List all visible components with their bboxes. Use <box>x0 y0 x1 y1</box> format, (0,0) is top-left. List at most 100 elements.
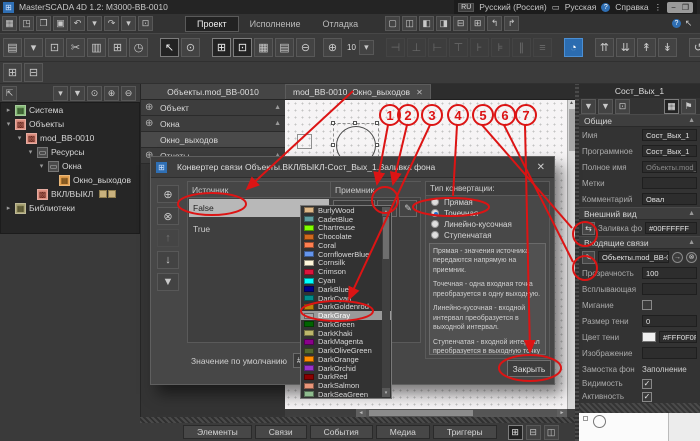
color-item[interactable]: DarkKhaki <box>301 329 391 338</box>
panel-export-icon[interactable]: ⊞ <box>470 16 485 31</box>
selection-handle[interactable] <box>375 143 379 147</box>
zoom-out-icon[interactable]: ⊖ <box>296 38 315 57</box>
scrollbar-thumb[interactable] <box>369 410 473 416</box>
color-item[interactable]: DarkSeaGreen <box>301 390 391 399</box>
color-item[interactable]: BurlyWood <box>301 206 391 215</box>
more-icon[interactable]: ⋮ <box>654 2 663 13</box>
copy-icon[interactable]: ⊡ <box>45 38 64 57</box>
expand-arrow-icon[interactable]: ▾ <box>16 134 23 142</box>
prop-links-icon[interactable]: ⊡ <box>615 99 630 114</box>
shadow-color-swatch[interactable] <box>642 332 656 342</box>
send-back-icon[interactable]: ⇊ <box>616 38 635 57</box>
add-icon[interactable]: ⊕ <box>145 102 156 113</box>
align-right-icon[interactable]: ⊢ <box>428 38 447 57</box>
tags-field[interactable] <box>642 177 697 189</box>
menu-tab[interactable]: Проект <box>185 16 239 32</box>
color-item[interactable]: DarkOliveGreen <box>301 346 391 355</box>
collapse-icon[interactable]: ▲ <box>274 120 281 127</box>
link-converter-icon[interactable]: ⇆ <box>582 222 595 235</box>
align-left-icon[interactable]: ⊣ <box>386 38 405 57</box>
cut-icon[interactable]: ✂ <box>66 38 85 57</box>
close-tab-icon[interactable]: ✕ <box>416 88 423 97</box>
color-item[interactable]: Cornsilk <box>301 259 391 268</box>
color-item[interactable]: DarkCyan <box>301 294 391 303</box>
import-icon[interactable]: ❐ <box>36 16 51 31</box>
object-panel-header[interactable]: Объекты.mod_BB-0010 <box>141 84 285 100</box>
color-item[interactable]: Chartreuse <box>301 224 391 233</box>
distribute-h-icon[interactable]: ∥ <box>512 38 531 57</box>
tree-search-icon[interactable]: ⊙ <box>87 86 102 101</box>
clone-icon[interactable]: ⊞ <box>108 38 127 57</box>
remove-link-icon[interactable]: ⊗ <box>686 252 697 263</box>
object-section-row[interactable]: ⊕ Окно_выходов ▲ <box>141 132 285 148</box>
prop-flag-view-icon[interactable]: ⚑ <box>681 99 696 114</box>
scroll-up-icon[interactable]: ▲ <box>569 100 574 106</box>
send-backward-icon[interactable]: ↡ <box>658 38 677 57</box>
prop-grid-view-icon[interactable]: ▦ <box>664 99 679 114</box>
collapse-icon[interactable]: ▲ <box>688 239 695 246</box>
move-down-icon[interactable]: ↓ <box>157 251 179 269</box>
object-section-row[interactable]: ⊕ Объект ▲ <box>141 100 285 116</box>
expand-arrow-icon[interactable]: ▾ <box>38 162 45 170</box>
color-item[interactable]: Cyan <box>301 276 391 285</box>
color-item[interactable]: DarkGreen <box>301 320 391 329</box>
dialog-title-bar[interactable]: ⊞ Конвертер связи Объекты.ВКЛ/ВЫКЛ-Сост_… <box>151 157 554 178</box>
selection-handle[interactable] <box>353 121 357 125</box>
scrollbar-thumb[interactable] <box>383 217 389 259</box>
collapse-icon[interactable]: ▲ <box>274 104 281 111</box>
color-item[interactable]: DarkSalmon <box>301 381 391 390</box>
collapse-icon[interactable]: ▲ <box>688 117 695 124</box>
selection-handle[interactable] <box>331 121 335 125</box>
edit-link-icon[interactable]: ✎ <box>582 251 595 264</box>
restore-button[interactable]: ❐ <box>682 3 689 12</box>
layout-rows-icon[interactable]: ⊟ <box>526 425 541 440</box>
expand-arrow-icon[interactable]: ▸ <box>5 106 12 114</box>
tree-filter-icon[interactable]: ▼ <box>70 86 85 101</box>
align-top-icon[interactable]: ⊤ <box>449 38 468 57</box>
format-brush-icon[interactable]: ◷ <box>129 38 148 57</box>
name-field[interactable]: Сост_Вых_1 <box>642 129 697 141</box>
close-dialog-icon[interactable]: ✕ <box>533 162 549 173</box>
color-item[interactable]: DarkBlue <box>301 285 391 294</box>
section-general[interactable]: Общие▲ <box>579 114 700 127</box>
grid-major-icon[interactable]: ▦ <box>254 38 273 57</box>
shadow-color-field[interactable]: #FFF0F0F0 <box>659 331 697 343</box>
scroll-right-icon[interactable]: ► <box>557 409 567 417</box>
tree-item[interactable]: ▾ ▭ Ресурсы <box>1 145 139 159</box>
bring-forward-icon[interactable]: ↟ <box>637 38 656 57</box>
goto-link-icon[interactable]: → <box>672 252 683 263</box>
publish-monitor-icon[interactable]: ◫ <box>402 16 417 31</box>
color-item[interactable]: DarkOrange <box>301 355 391 364</box>
insert-before-icon[interactable]: ↰ <box>487 16 502 31</box>
tree-dropdown-icon[interactable]: ▾ <box>53 86 68 101</box>
color-item[interactable]: DarkGray <box>301 311 391 320</box>
grid-minor-icon[interactable]: ▤ <box>275 38 294 57</box>
rotate-left-icon[interactable]: ↺ <box>689 38 700 57</box>
tree-item[interactable]: ▦ Окно_выходов <box>1 173 139 187</box>
paste-more-icon[interactable]: ▾ <box>24 38 43 57</box>
tree-item[interactable]: ▸ ▦ Система <box>1 103 139 117</box>
menu-tab[interactable]: Отладка <box>312 17 370 31</box>
layout-quad-icon[interactable]: ⊞ <box>508 425 523 440</box>
bottom-tab[interactable]: Элементы <box>183 425 252 439</box>
move-up-icon[interactable]: ↑ <box>157 229 179 247</box>
zoom-lens-icon[interactable]: ⊙ <box>181 38 200 57</box>
copy-structure-icon[interactable]: ⊡ <box>138 16 153 31</box>
color-item[interactable]: DarkOrchid <box>301 364 391 373</box>
scroll-up-icon[interactable]: ▲ <box>382 207 390 216</box>
color-item[interactable]: CadetBlue <box>301 215 391 224</box>
undo-icon[interactable]: ↶ <box>70 16 85 31</box>
align-bottom-icon[interactable]: ⊧ <box>491 38 510 57</box>
scroll-left-icon[interactable]: ◄ <box>356 409 366 417</box>
panel-add-icon[interactable]: ◧ <box>419 16 434 31</box>
preview-monitor-icon[interactable]: ◔ <box>564 38 583 57</box>
add-icon[interactable]: ⊕ <box>145 118 156 129</box>
selection-handle[interactable] <box>331 143 335 147</box>
pin-tree-icon[interactable]: ⇱ <box>2 86 17 101</box>
add-window-icon[interactable]: ⊞ <box>3 63 22 82</box>
layout-columns-icon[interactable]: ◫ <box>544 425 559 440</box>
radio-icon[interactable] <box>431 231 439 239</box>
panel-split-icon[interactable]: ◨ <box>436 16 451 31</box>
radio-icon[interactable] <box>431 220 439 228</box>
zoom-dropdown-icon[interactable]: ▾ <box>359 40 374 55</box>
